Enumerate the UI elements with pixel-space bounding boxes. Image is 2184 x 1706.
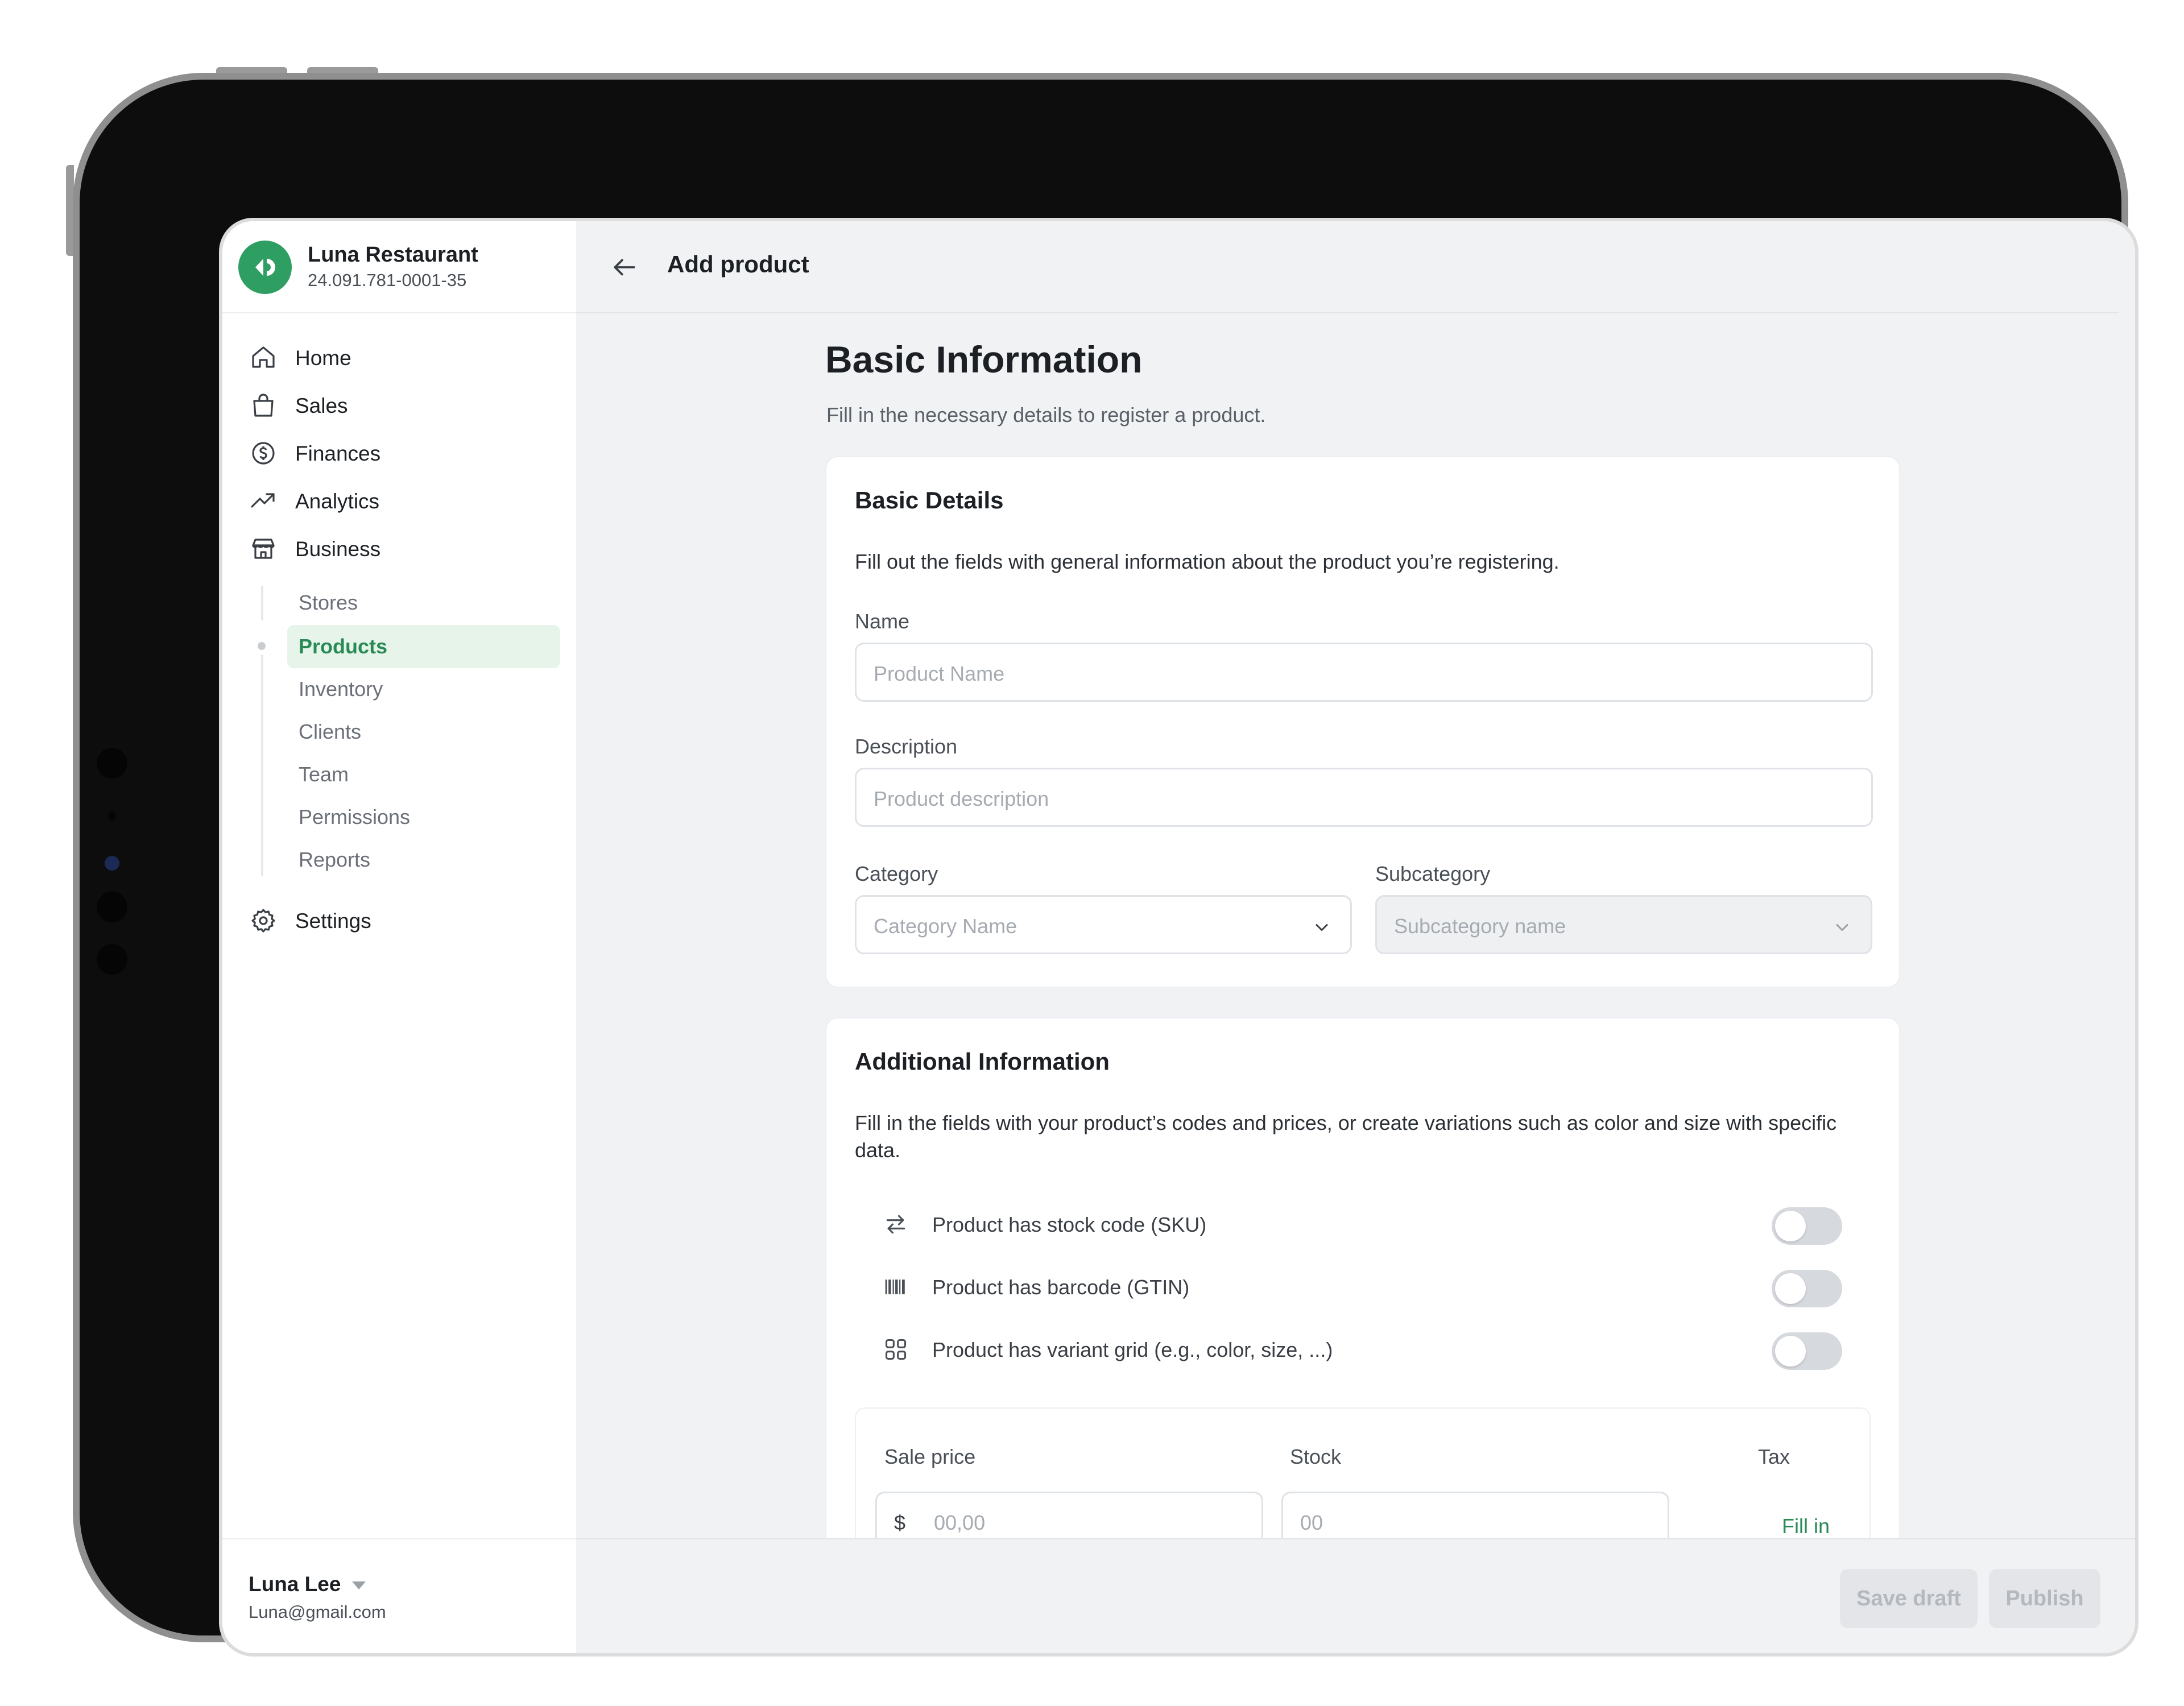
placeholder: 00	[1300, 1511, 1323, 1534]
nav-item-sales[interactable]: Sales	[250, 388, 557, 423]
store-icon	[252, 539, 275, 559]
variant-grid-toggle-row: Product has variant grid (e.g., color, s…	[855, 1327, 1842, 1372]
nav-item-finances[interactable]: Finances	[250, 436, 557, 470]
save-draft-button[interactable]: Save draft	[1840, 1569, 1978, 1628]
placeholder: Product Name	[874, 662, 1005, 685]
toggle-label: Product has variant grid (e.g., color, s…	[932, 1338, 1333, 1361]
toggle-label: Product has barcode (GTIN)	[932, 1276, 1190, 1299]
product-name-field[interactable]: Product Name	[855, 643, 1873, 702]
trend-up-icon	[251, 493, 275, 508]
tax-fill-in-link[interactable]: Fill in	[1782, 1514, 1830, 1538]
active-indicator-dot	[258, 642, 266, 650]
user-email: Luna@gmail.com	[249, 1602, 386, 1622]
nav-label: Analytics	[295, 490, 380, 513]
dollar-icon	[252, 442, 275, 465]
placeholder: Subcategory name	[1394, 914, 1566, 938]
home-icon	[252, 346, 275, 368]
nav-label: Finances	[295, 442, 381, 465]
nav-item-settings[interactable]: Settings	[250, 904, 557, 938]
device-sensor	[108, 812, 116, 820]
section-subtitle: Fill in the necessary details to registe…	[826, 403, 1266, 426]
toggle-knob	[1775, 1336, 1806, 1367]
sidebar-item-reports[interactable]: Reports	[299, 848, 370, 872]
user-name: Luna Lee	[249, 1572, 341, 1596]
nav-label: Home	[295, 346, 351, 370]
tablet-frame: Luna Restaurant 24.091.781-0001-35 Home …	[73, 73, 2138, 1657]
brand-logo	[238, 241, 292, 294]
nav-label: Business	[295, 537, 381, 561]
description-label: Description	[855, 735, 958, 758]
section-title: Basic Information	[825, 338, 1143, 380]
tax-header: Tax	[1757, 1445, 1790, 1468]
back-arrow-icon[interactable]	[610, 253, 639, 281]
variant-grid-toggle[interactable]	[1772, 1332, 1842, 1370]
device-sensor	[97, 892, 127, 922]
brand-name: Luna Restaurant	[308, 243, 478, 267]
barcode-toggle[interactable]	[1772, 1270, 1842, 1307]
toggle-knob	[1775, 1273, 1806, 1304]
user-profile[interactable]: Luna Lee Luna@gmail.com	[222, 1538, 576, 1653]
nav-item-analytics[interactable]: Analytics	[250, 484, 557, 518]
publish-button[interactable]: Publish	[1989, 1569, 2100, 1628]
swap-arrows-icon	[886, 1215, 905, 1234]
page-header: Add product	[576, 221, 2119, 313]
sidebar-item-clients[interactable]: Clients	[299, 720, 361, 744]
nav-label: Sales	[295, 394, 348, 417]
toggle-knob	[1775, 1211, 1806, 1241]
barcode-toggle-row: Product has barcode (GTIN)	[855, 1264, 1842, 1310]
toggle-label: Product has stock code (SKU)	[932, 1213, 1207, 1236]
category-label: Category	[855, 862, 938, 885]
action-footer: Save draft Publish	[576, 1538, 2135, 1653]
gear-icon	[251, 909, 275, 933]
sidebar: Luna Restaurant 24.091.781-0001-35 Home …	[222, 221, 576, 1653]
device-sensor	[97, 944, 127, 975]
subcategory-select[interactable]: Subcategory name	[1375, 895, 1872, 954]
subcategory-label: Subcategory	[1375, 862, 1491, 885]
shopping-bag-icon	[253, 394, 274, 417]
product-description-field[interactable]: Product description	[855, 768, 1873, 827]
grid-icon	[885, 1339, 907, 1360]
sidebar-item-products[interactable]: Products	[287, 625, 560, 668]
sidebar-item-stores[interactable]: Stores	[299, 591, 358, 615]
app-screen: Luna Restaurant 24.091.781-0001-35 Home …	[219, 218, 2138, 1657]
placeholder: 00,00	[934, 1511, 986, 1534]
nav-label: Settings	[295, 909, 371, 933]
placeholder: Category Name	[874, 914, 1017, 938]
device-camera	[105, 856, 119, 871]
nav-item-business[interactable]: Business	[250, 532, 557, 566]
chevron-down-icon	[1836, 924, 1848, 931]
brand-header[interactable]: Luna Restaurant 24.091.781-0001-35	[222, 221, 576, 313]
card-title: Additional Information	[855, 1048, 1110, 1075]
brand-tax-id: 24.091.781-0001-35	[308, 270, 467, 290]
placeholder: Product description	[874, 787, 1049, 810]
card-title: Basic Details	[855, 487, 1004, 514]
caret-down-icon[interactable]	[352, 1581, 366, 1589]
sale-price-header: Sale price	[884, 1445, 976, 1468]
sku-toggle-row: Product has stock code (SKU)	[855, 1202, 1842, 1247]
nav-item-home[interactable]: Home	[250, 341, 557, 375]
sku-toggle[interactable]	[1772, 1207, 1842, 1245]
stock-header: Stock	[1290, 1445, 1342, 1468]
subnav-guide	[261, 655, 263, 876]
page-title: Add product	[667, 251, 809, 278]
sidebar-item-team[interactable]: Team	[299, 763, 349, 786]
sidebar-item-inventory[interactable]: Inventory	[299, 677, 383, 701]
sidebar-item-permissions[interactable]: Permissions	[299, 805, 410, 829]
card-description: Fill in the fields with your product’s c…	[855, 1111, 1837, 1162]
category-select[interactable]: Category Name	[855, 895, 1352, 954]
card-description: Fill out the fields with general informa…	[855, 550, 1560, 573]
device-sensor	[97, 748, 127, 779]
basic-details-card: Basic Details Fill out the fields with g…	[825, 456, 1900, 988]
name-label: Name	[855, 610, 910, 633]
currency-prefix: $	[894, 1511, 906, 1534]
chevron-down-icon	[1316, 924, 1328, 931]
subnav-guide	[261, 586, 263, 620]
sidebar-item-label: Products	[299, 635, 388, 658]
barcode-icon	[885, 1280, 905, 1294]
